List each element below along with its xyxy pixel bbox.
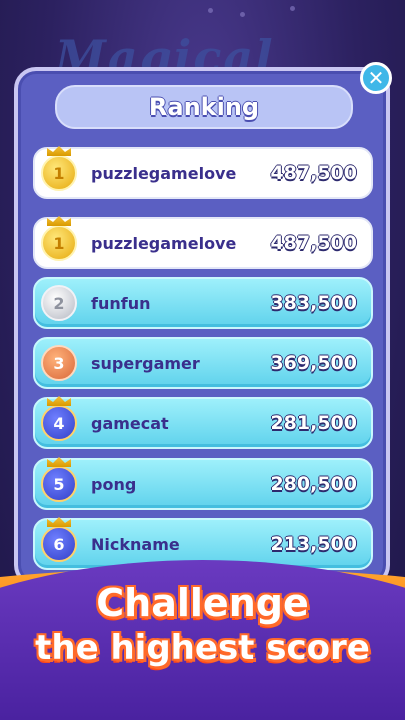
rank-number: 3 bbox=[53, 353, 65, 373]
player-score: 487,500 bbox=[270, 162, 357, 184]
player-name: supergamer bbox=[91, 353, 200, 373]
table-row: 1 puzzlegamelove 487,500 bbox=[33, 216, 373, 269]
rank-badge-icon: 4 bbox=[41, 396, 77, 441]
player-name: puzzlegamelove bbox=[91, 233, 237, 253]
player-name: Nickname bbox=[91, 534, 180, 554]
player-name: gamecat bbox=[91, 413, 169, 433]
rank-number: 2 bbox=[53, 293, 65, 313]
player-name: puzzlegamelove bbox=[91, 163, 237, 183]
player-score: 281,500 bbox=[270, 412, 357, 434]
promo-subheadline: the highest score bbox=[35, 628, 370, 668]
silver-medal-icon: 2 bbox=[41, 285, 77, 321]
player-score: 280,500 bbox=[270, 473, 357, 495]
rank-number: 4 bbox=[53, 413, 65, 433]
rank-number: 1 bbox=[53, 233, 65, 253]
player-name: funfun bbox=[91, 293, 151, 313]
player-score: 369,500 bbox=[270, 352, 357, 374]
promo-headline: Challenge bbox=[96, 581, 309, 625]
crown-icon bbox=[47, 457, 71, 467]
rank-badge-icon: 5 bbox=[41, 457, 77, 502]
crown-icon bbox=[47, 517, 71, 527]
table-row: 3 supergamer 369,500 bbox=[33, 337, 373, 389]
crown-icon bbox=[47, 396, 71, 406]
player-score: 487,500 bbox=[270, 232, 357, 254]
rank-number: 5 bbox=[53, 474, 65, 494]
table-row: 2 funfun 383,500 bbox=[33, 277, 373, 329]
rank-badge-icon: 6 bbox=[41, 517, 77, 562]
rank-number: 6 bbox=[53, 534, 65, 554]
crown-icon bbox=[47, 146, 71, 156]
gold-medal-icon: 1 bbox=[41, 146, 77, 191]
bronze-medal-icon: 3 bbox=[41, 345, 77, 381]
my-rank-row: 1 puzzlegamelove 487,500 bbox=[33, 146, 373, 199]
table-row: 5 pong 280,500 bbox=[33, 457, 373, 510]
player-score: 213,500 bbox=[270, 533, 357, 555]
gold-medal-icon: 1 bbox=[41, 216, 77, 261]
rank-number: 1 bbox=[53, 163, 65, 183]
player-name: pong bbox=[91, 474, 137, 494]
table-row: 4 gamecat 281,500 bbox=[33, 396, 373, 449]
crown-icon bbox=[47, 216, 71, 226]
player-score: 383,500 bbox=[270, 292, 357, 314]
